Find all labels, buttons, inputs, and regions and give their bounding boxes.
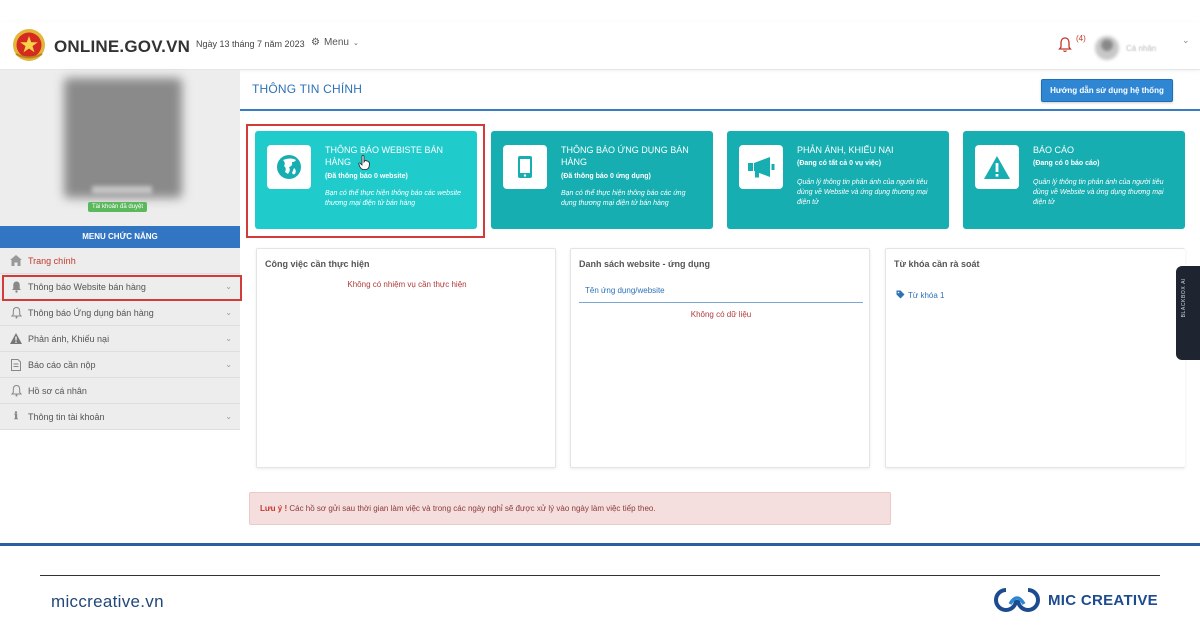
- sidebar-item-account-info[interactable]: ℹ Thông tin tài khoản ⌄: [0, 404, 240, 430]
- chevron-down-icon: ⌄: [225, 334, 232, 343]
- profile-name: [92, 186, 152, 194]
- chevron-down-icon: ⌄: [225, 308, 232, 317]
- panel-title: Từ khóa cần rà soát: [894, 259, 980, 269]
- account-status-badge: Tài khoản đã duyệt: [88, 202, 148, 212]
- card-report[interactable]: BÁO CÁO (Đang có 0 báo cáo) Quản lý thôn…: [963, 131, 1185, 229]
- panel-keywords: Từ khóa cần rà soát Từ khóa 1: [885, 248, 1185, 468]
- national-emblem-icon[interactable]: [12, 28, 46, 62]
- column-header[interactable]: Tên ứng dụng/website: [579, 283, 863, 303]
- notice-text: Các hồ sơ gửi sau thời gian làm việc và …: [289, 504, 656, 513]
- notification-bell-icon[interactable]: [1058, 37, 1072, 53]
- user-name[interactable]: Cá nhân: [1126, 44, 1156, 53]
- gear-icon: ⚙: [311, 37, 320, 48]
- card-title: THÔNG BÁO ỨNG DỤNG BÁN HÀNG: [561, 145, 689, 167]
- info-icon: ℹ: [14, 411, 18, 422]
- sidebar-item-feedback[interactable]: Phản ánh, Khiếu nại ⌄: [0, 326, 240, 352]
- document-icon: [10, 358, 22, 371]
- chevron-down-icon: ⌄: [225, 412, 232, 421]
- card-subtitle: (Đang có 0 báo cáo): [1033, 160, 1100, 167]
- notice-label: Lưu ý !: [260, 504, 288, 513]
- sidebar-item-home[interactable]: Trang chính: [0, 248, 240, 274]
- card-app-notification[interactable]: THÔNG BÁO ỨNG DỤNG BÁN HÀNG (Đã thông bá…: [491, 131, 713, 229]
- profile-photo: [64, 78, 182, 198]
- header-menu-label: Menu: [323, 37, 349, 48]
- user-avatar[interactable]: [1095, 36, 1119, 60]
- warning-icon: [975, 145, 1019, 189]
- empty-message: Không có nhiệm vụ cần thực hiện: [347, 280, 467, 289]
- sidebar-item-app-notification[interactable]: Thông báo Ứng dụng bán hàng ⌄: [0, 300, 240, 326]
- top-header: ONLINE.GOV.VN Ngày 13 tháng 7 năm 2023 ⚙…: [0, 22, 1200, 70]
- blackbox-widget[interactable]: BLACKBOX AI: [1176, 266, 1200, 360]
- brand-name: MIC CREATIVE: [1048, 591, 1158, 609]
- sidebar-item-profile[interactable]: Hồ sơ cá nhân: [0, 378, 240, 404]
- current-date: Ngày 13 tháng 7 năm 2023: [196, 39, 305, 49]
- sidebar-item-label: Báo cáo cần nộp: [28, 359, 96, 370]
- sidebar: Tài khoản đã duyệt MENU CHỨC NĂNG Trang …: [0, 70, 240, 430]
- keyword-label: Từ khóa 1: [908, 291, 945, 300]
- title-divider: [240, 109, 1200, 111]
- menu-heading: MENU CHỨC NĂNG: [0, 226, 240, 248]
- mobile-phone-icon: [503, 145, 547, 189]
- card-subtitle: (Đã thông báo 0 ứng dụng): [561, 173, 651, 180]
- card-feedback[interactable]: PHẢN ÁNH, KHIẾU NẠI (Đang có tất cả 0 vụ…: [727, 131, 949, 229]
- footer-divider: [40, 575, 1160, 576]
- highlight-box: [2, 275, 242, 301]
- sidebar-item-label: Hồ sơ cá nhân: [28, 385, 87, 396]
- highlight-box: [246, 124, 485, 238]
- bell-outline-icon: [10, 384, 22, 397]
- panel-title: Công việc cần thực hiện: [265, 259, 370, 269]
- bell-outline-icon: [10, 306, 22, 319]
- chevron-down-icon: ⌄: [352, 39, 359, 47]
- card-description: Bạn có thể thực hiện thông báo các ứng d…: [561, 190, 686, 207]
- panel-tasks: Công việc cần thực hiện Không có nhiệm v…: [256, 248, 556, 468]
- sidebar-item-label: Thông báo Ứng dụng bán hàng: [28, 307, 154, 318]
- keyword-link[interactable]: Từ khóa 1: [896, 290, 944, 301]
- home-icon: [10, 255, 22, 267]
- footer-brand[interactable]: MIC CREATIVE: [992, 586, 1158, 614]
- sidebar-item-reports[interactable]: Báo cáo cần nộp ⌄: [0, 352, 240, 378]
- card-description: Quản lý thông tin phản ánh của người tiê…: [1033, 179, 1164, 206]
- megaphone-icon: [739, 145, 783, 189]
- footer-bar: [0, 543, 1200, 546]
- mic-creative-logo-icon: [994, 588, 1040, 612]
- page-title: THÔNG TIN CHÍNH: [252, 82, 363, 96]
- sidebar-item-label: Phản ánh, Khiếu nại: [28, 333, 110, 344]
- notice-alert: Lưu ý ! Các hồ sơ gửi sau thời gian làm …: [249, 492, 891, 525]
- card-description: Quản lý thông tin phản ánh của người tiê…: [797, 179, 928, 206]
- chevron-down-icon: ⌄: [225, 360, 232, 369]
- sidebar-item-label: Trang chính: [28, 255, 76, 266]
- warning-icon: [10, 333, 22, 345]
- footer-site[interactable]: miccreative.vn: [51, 592, 164, 612]
- site-name[interactable]: ONLINE.GOV.VN: [54, 37, 190, 57]
- guide-button[interactable]: Hướng dẫn sử dụng hệ thống: [1041, 79, 1173, 102]
- notification-count: (4): [1076, 34, 1086, 43]
- sidebar-item-label: Thông tin tài khoản: [28, 411, 105, 422]
- card-title: BÁO CÁO: [1033, 145, 1075, 155]
- panel-website-list: Danh sách website - ứng dụng Tên ứng dụn…: [570, 248, 870, 468]
- app-window: ONLINE.GOV.VN Ngày 13 tháng 7 năm 2023 ⚙…: [0, 0, 1200, 630]
- widget-label: BLACKBOX AI: [1181, 278, 1187, 318]
- card-title: PHẢN ÁNH, KHIẾU NẠI: [797, 145, 894, 155]
- tag-icon: [896, 290, 905, 301]
- chevron-down-icon[interactable]: ⌄: [1182, 35, 1190, 46]
- empty-message: Không có dữ liệu: [690, 310, 752, 319]
- header-menu-button[interactable]: ⚙ Menu ⌄: [311, 37, 359, 48]
- card-subtitle: (Đang có tất cả 0 vụ việc): [797, 160, 882, 167]
- panel-title: Danh sách website - ứng dụng: [579, 259, 711, 269]
